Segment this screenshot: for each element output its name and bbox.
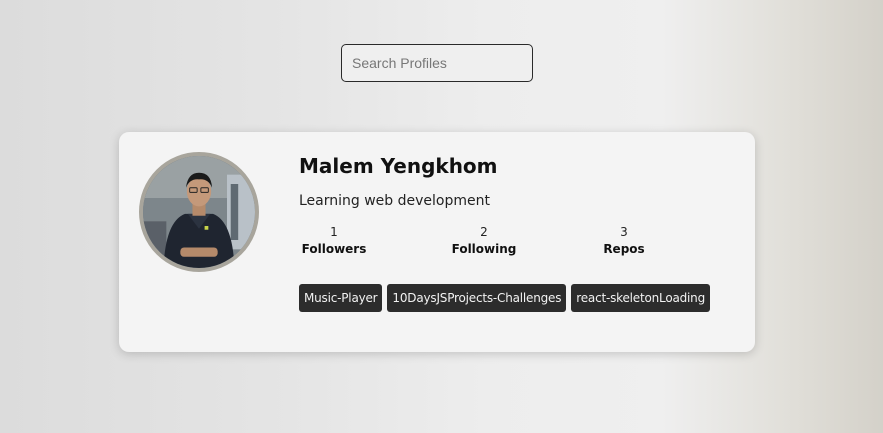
search-input[interactable] [341, 44, 533, 82]
repo-link[interactable]: react-skeletonLoading [571, 284, 710, 312]
followers-count: 1 [330, 225, 338, 239]
profile-bio: Learning web development [299, 193, 490, 209]
repo-link[interactable]: Music-Player [299, 284, 383, 312]
repos-count: 3 [620, 225, 628, 239]
repo-list: Music-Player 10DaysJSProjects-Challenges… [299, 284, 710, 312]
repo-link[interactable]: 10DaysJSProjects-Challenges [387, 284, 567, 312]
stat-following: 2 Following [439, 224, 529, 258]
avatar [139, 152, 259, 272]
stat-repos: 3 Repos [579, 224, 669, 258]
following-count: 2 [480, 225, 488, 239]
followers-label: Followers [301, 242, 367, 256]
avatar-photo [143, 156, 255, 268]
repos-label: Repos [603, 242, 645, 256]
stat-followers: 1 Followers [289, 224, 379, 258]
following-label: Following [451, 242, 517, 256]
profile-name: Malem Yengkhom [299, 154, 498, 178]
profile-card: Malem Yengkhom Learning web development … [119, 132, 755, 352]
